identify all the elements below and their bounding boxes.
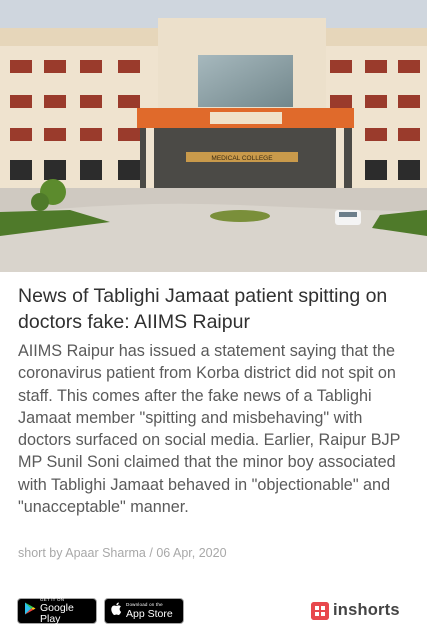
brand-name: inshorts [333,601,400,619]
inshorts-brand[interactable]: inshorts [311,601,400,620]
app-store-button[interactable]: Download on the App Store [104,598,184,624]
app-store-small-text: Download on the [126,602,163,607]
byline-prefix: short by [18,546,63,560]
apple-icon [111,602,122,620]
google-play-label: Google Play [40,602,74,625]
article-headline[interactable]: News of Tablighi Jamaat patient spitting… [18,283,413,335]
hero-image: MEDICAL COLLEGE [0,0,427,272]
byline-date: 06 Apr, 2020 [156,546,227,560]
article-byline: short by Apaar Sharma / 06 Apr, 2020 [18,546,227,560]
news-card: MEDICAL COLLEGE News of Tablighi Jamaat … [0,0,427,640]
byline-separator: / [149,546,153,560]
article-body: AIIMS Raipur has issued a statement sayi… [18,342,401,517]
inshorts-logo-icon [311,601,329,620]
app-store-label: App Store [126,607,173,620]
play-store-icon [24,602,36,620]
google-play-button[interactable]: GET IT ON Google Play [17,597,97,625]
hero-sign: MEDICAL COLLEGE [211,155,273,162]
byline-author: Apaar Sharma [65,546,146,560]
